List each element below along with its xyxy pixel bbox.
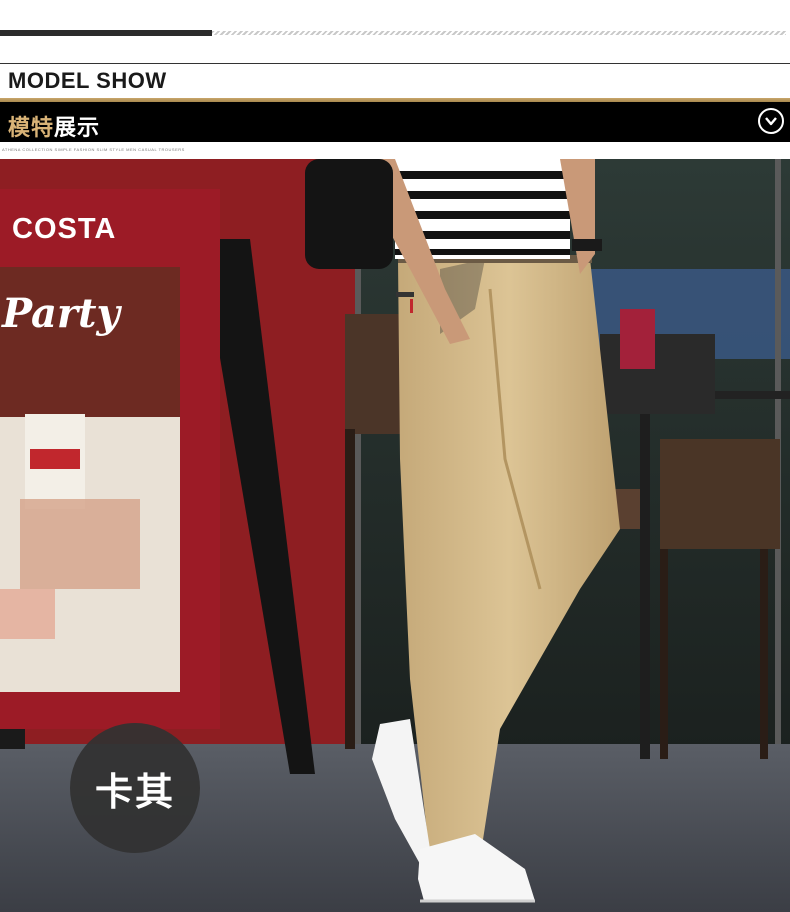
section-title-en: MODEL SHOW	[8, 68, 167, 93]
expand-toggle-button[interactable]	[758, 108, 784, 134]
rule-solid-segment	[0, 30, 212, 36]
decorative-micro-text: ATHENA COLLECTION SIMPLE FASHION SLIM ST…	[2, 147, 185, 152]
section-title-cn-accent: 模特	[8, 115, 55, 140]
color-name-label: 卡其	[94, 768, 175, 814]
section-title-bar: 模特展示	[0, 102, 790, 142]
section-title-cn-rest: 展示	[54, 115, 101, 140]
chevron-down-icon	[765, 117, 777, 126]
rule-hatched-segment	[212, 31, 786, 35]
top-decorative-rule	[0, 30, 790, 36]
header-divider	[0, 63, 790, 64]
color-name-badge: 卡其	[70, 723, 200, 853]
section-title-cn: 模特展示	[8, 110, 100, 142]
sign-brand-text: COSTA	[12, 213, 117, 245]
sign-party-text: Party	[2, 290, 120, 337]
